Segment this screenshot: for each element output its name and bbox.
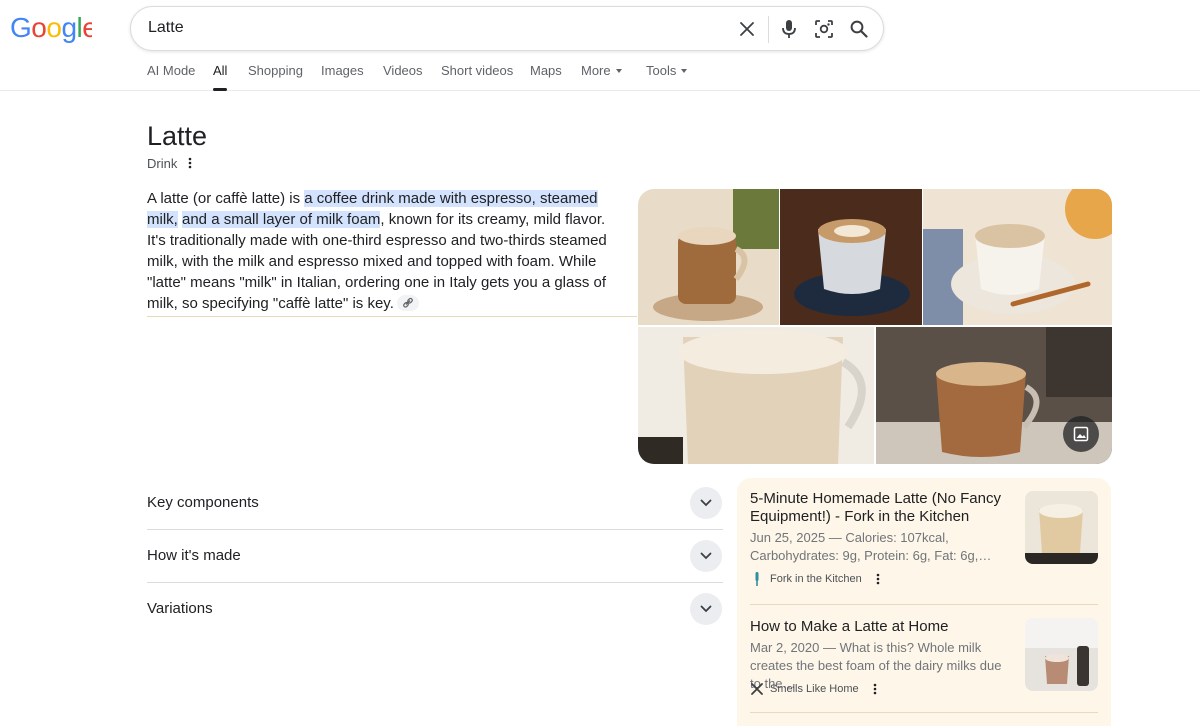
tab-short-videos[interactable]: Short videos: [441, 63, 513, 78]
tab-label: Images: [321, 63, 364, 78]
recipe-thumbnail[interactable]: [1025, 491, 1098, 564]
accordion-label: Variations: [147, 600, 213, 617]
caret-down-icon: [615, 69, 622, 73]
search-box[interactable]: [130, 6, 884, 51]
tab-videos[interactable]: Videos: [383, 63, 423, 78]
search-tabs: AI Mode All Shopping Images Videos Short…: [0, 56, 1200, 91]
tab-label: Tools: [646, 63, 677, 78]
link-icon[interactable]: [396, 295, 419, 311]
kp-subtitle: Drink: [147, 156, 178, 171]
accordion-key-components[interactable]: Key components: [147, 477, 723, 530]
more-vert-icon[interactable]: [874, 572, 882, 586]
close-icon[interactable]: [735, 17, 759, 41]
search-input[interactable]: [148, 19, 708, 37]
fork-icon: [750, 572, 764, 586]
chevron-down-icon[interactable]: [690, 540, 722, 572]
tab-ai-mode[interactable]: AI Mode: [147, 63, 195, 78]
more-vert-icon[interactable]: [185, 155, 195, 171]
recipe-title[interactable]: 5-Minute Homemade Latte (No Fancy Equipm…: [750, 490, 1012, 526]
search-icon[interactable]: [847, 17, 871, 41]
accordion-how-its-made[interactable]: How it's made: [147, 530, 723, 583]
card-divider: [750, 604, 1098, 605]
recipe-source: Fork in the Kitchen: [750, 572, 882, 586]
tab-label: AI Mode: [147, 63, 196, 78]
search-divider: [768, 16, 769, 43]
microphone-icon[interactable]: [777, 17, 801, 41]
tab-label: Short videos: [441, 63, 514, 78]
chevron-down-icon[interactable]: [690, 487, 722, 519]
desc-text: A latte (or caffè latte) is: [147, 190, 305, 207]
description-divider: [147, 316, 637, 317]
caret-down-icon: [681, 69, 688, 73]
image-gallery[interactable]: [638, 189, 1112, 464]
recipe-snippet: Jun 25, 2025 — Calories: 107kcal, Carboh…: [750, 530, 992, 563]
tab-label: Shopping: [248, 63, 303, 78]
crossed-utensils-icon: [750, 682, 764, 696]
svg-text:Google: Google: [10, 13, 92, 43]
tab-label: Maps: [530, 63, 562, 78]
google-logo[interactable]: Google: [10, 13, 92, 43]
tab-label: More: [581, 63, 611, 78]
tab-all[interactable]: All: [213, 63, 228, 91]
recipe-thumbnail[interactable]: [1025, 618, 1098, 691]
latte-photo[interactable]: [780, 189, 922, 325]
kp-description: A latte (or caffè latte) is a coffee dri…: [147, 188, 623, 314]
tab-maps[interactable]: Maps: [530, 63, 562, 78]
image-gallery-icon[interactable]: [1063, 416, 1099, 452]
recipe-source-name: Smells Like Home: [770, 683, 859, 695]
card-divider: [750, 712, 1098, 713]
tab-images[interactable]: Images: [321, 63, 364, 78]
recipe-cards: 5-Minute Homemade Latte (No Fancy Equipm…: [737, 478, 1111, 726]
latte-photo[interactable]: [638, 189, 779, 325]
kp-title: Latte: [147, 121, 208, 151]
chevron-down-icon[interactable]: [690, 593, 722, 625]
recipe-card[interactable]: How to Make a Latte at Home Mar 2, 2020 …: [750, 618, 1098, 726]
accordion-label: Key components: [147, 494, 259, 511]
tab-label: All: [213, 63, 228, 78]
recipe-source-name: Fork in the Kitchen: [770, 573, 862, 585]
desc-highlight: and a small layer of milk foam: [182, 211, 381, 228]
camera-lens-icon[interactable]: [812, 17, 836, 41]
latte-photo[interactable]: [638, 327, 874, 464]
latte-photo[interactable]: [923, 189, 1112, 325]
recipe-card[interactable]: 5-Minute Homemade Latte (No Fancy Equipm…: [750, 490, 1098, 605]
recipe-source: Smells Like Home: [750, 682, 879, 696]
tab-shopping[interactable]: Shopping: [248, 63, 303, 78]
tab-tools[interactable]: Tools: [646, 63, 688, 78]
accordion-label: How it's made: [147, 547, 241, 564]
tab-more[interactable]: More: [581, 63, 622, 78]
accordion-variations[interactable]: Variations: [147, 583, 723, 636]
more-vert-icon[interactable]: [871, 682, 879, 696]
recipe-title[interactable]: How to Make a Latte at Home: [750, 618, 1012, 636]
tab-label: Videos: [383, 63, 423, 78]
